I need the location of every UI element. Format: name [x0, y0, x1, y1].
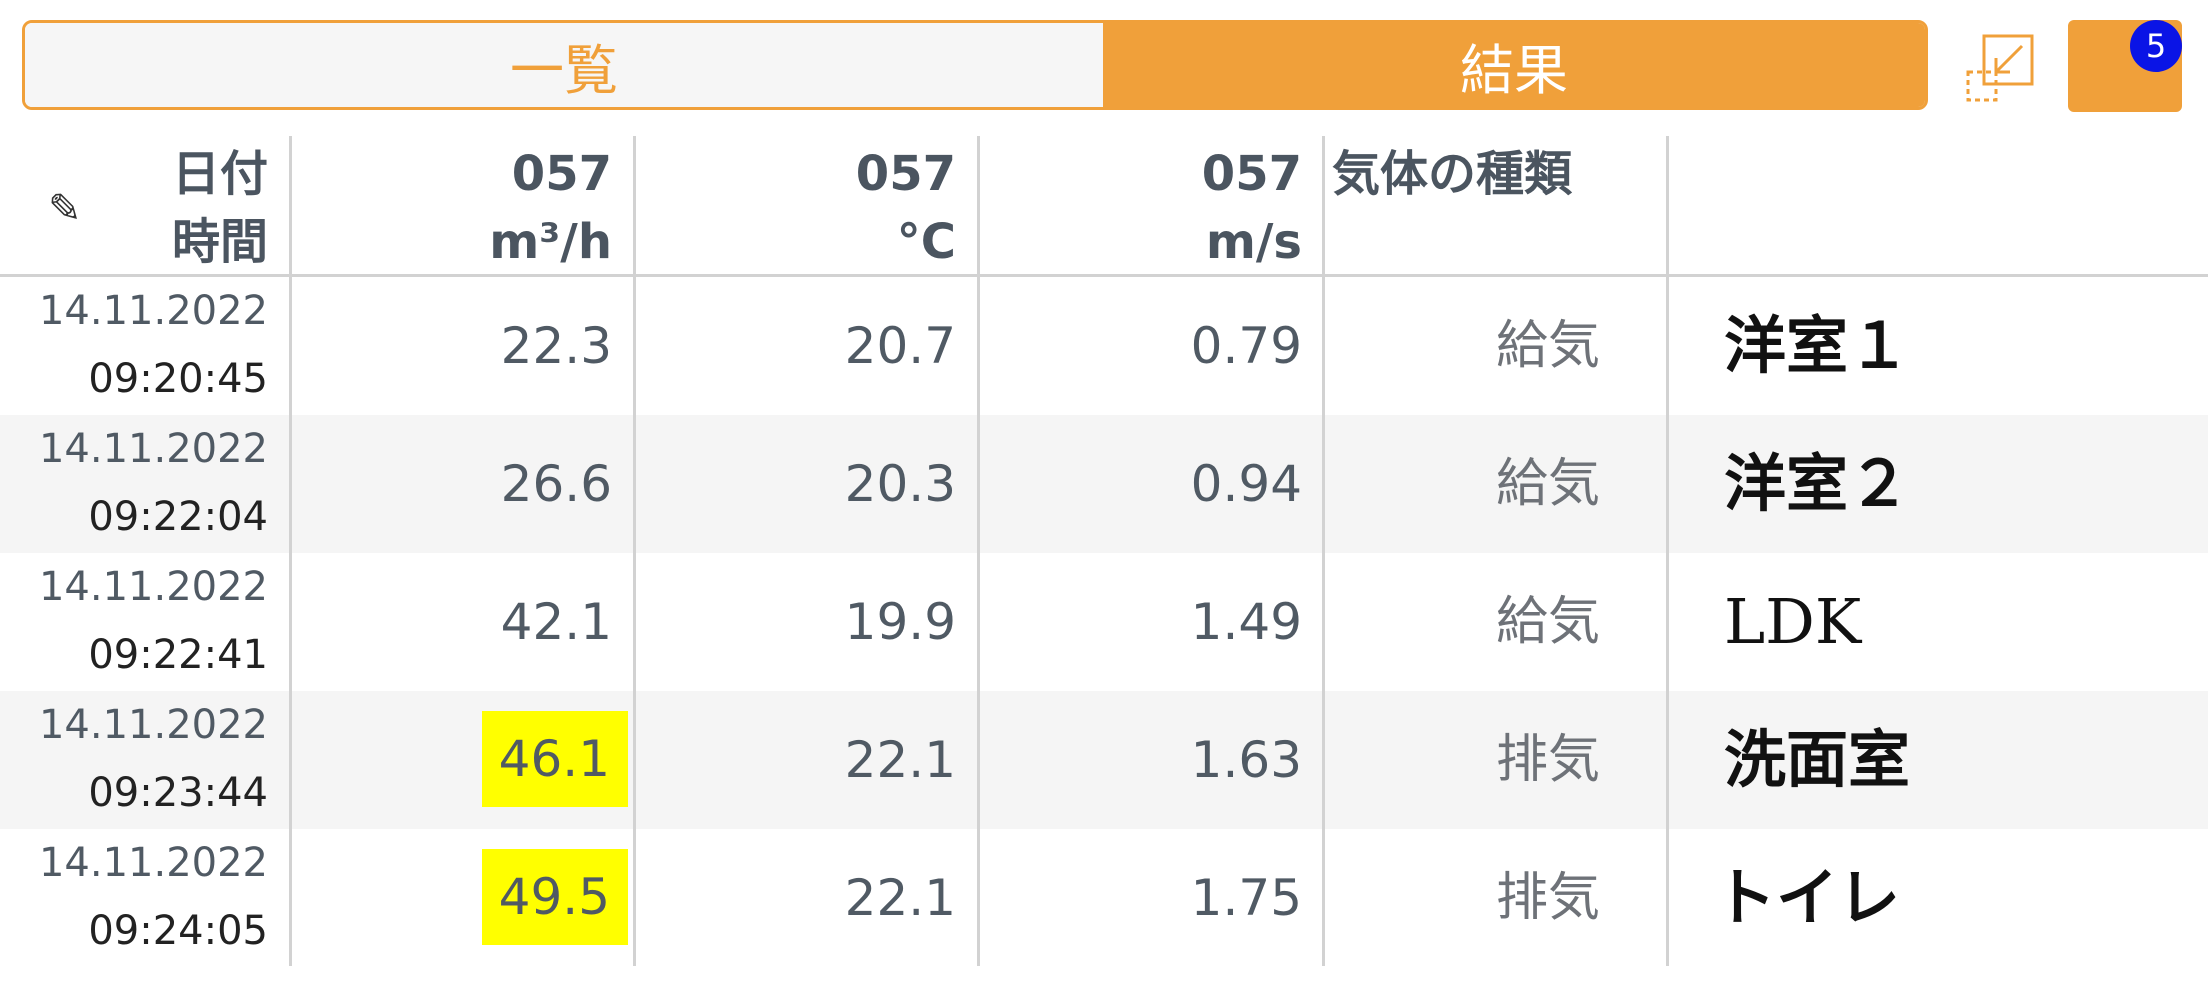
tab-list[interactable]: 一覧 [25, 23, 1103, 107]
row-room: 洋室２ [1724, 447, 1911, 520]
row-speed: 0.94 [1190, 455, 1302, 513]
table-row[interactable]: 14.11.2022 09:23:44 46.1 22.1 1.63 排気 洗面… [0, 691, 2208, 829]
row-date: 14.11.2022 [38, 288, 268, 334]
pencil-icon[interactable]: ✎ [48, 186, 82, 232]
row-temp: 19.9 [844, 593, 956, 651]
row-date: 14.11.2022 [38, 840, 268, 886]
header-speed: 057 m/s [980, 136, 1302, 274]
header-time-label: 時間 [171, 214, 268, 270]
row-flow: 26.6 [500, 455, 612, 513]
row-gas-type: 給気 [1495, 454, 1600, 514]
row-temp: 22.1 [844, 869, 956, 927]
row-time: 09:23:44 [88, 770, 268, 816]
notification-badge: 5 [2130, 20, 2182, 72]
column-divider [1322, 136, 1325, 966]
row-temp: 20.3 [844, 455, 956, 513]
row-gas-type: 排気 [1495, 868, 1600, 928]
row-time: 09:22:41 [88, 632, 268, 678]
header-gas-type: 気体の種類 [1332, 146, 1573, 202]
row-date: 14.11.2022 [38, 564, 268, 610]
view-segmented-control: 一覧 結果 [22, 20, 1928, 110]
table-row[interactable]: 14.11.2022 09:24:05 49.5 22.1 1.75 排気 トイ… [0, 829, 2208, 967]
table-row[interactable]: 14.11.2022 09:20:45 22.3 20.7 0.79 給気 洋室… [0, 277, 2208, 415]
row-temp: 22.1 [844, 731, 956, 789]
collapse-icon [1966, 34, 2034, 102]
row-flow: 22.3 [500, 317, 612, 375]
column-divider [633, 136, 636, 966]
row-datetime: 14.11.2022 09:23:44 [20, 691, 268, 829]
row-flow: 49.5 [498, 868, 610, 926]
row-flow: 42.1 [500, 593, 612, 651]
row-datetime: 14.11.2022 09:24:05 [20, 829, 268, 967]
row-date: 14.11.2022 [38, 702, 268, 748]
flow-highlight: 46.1 [482, 711, 628, 807]
row-datetime: 14.11.2022 09:22:04 [20, 415, 268, 553]
header-speed-id: 057 [1201, 146, 1302, 202]
row-datetime: 14.11.2022 09:22:41 [20, 553, 268, 691]
collapse-button[interactable] [1964, 32, 2036, 104]
header-temp-id: 057 [855, 146, 956, 202]
table-header: ✎ 日付 時間 057 m³/h 057 °C 057 m/s 気体の種類 [0, 136, 2208, 277]
flow-highlight: 49.5 [482, 849, 628, 945]
row-room: 洋室１ [1724, 309, 1911, 382]
row-gas-type: 給気 [1495, 316, 1600, 376]
header-date-label: 日付 [171, 146, 268, 202]
measurement-table: ✎ 日付 時間 057 m³/h 057 °C 057 m/s 気体の種類 14… [0, 136, 2208, 967]
header-temp: 057 °C [636, 136, 956, 274]
table-row[interactable]: 14.11.2022 09:22:41 42.1 19.9 1.49 給気 LD… [0, 553, 2208, 691]
row-room: 洗面室 [1724, 723, 1911, 796]
row-speed: 1.75 [1190, 869, 1302, 927]
column-divider [289, 136, 292, 966]
header-flow-unit: m³/h [489, 214, 612, 270]
row-temp: 20.7 [844, 317, 956, 375]
header-flow-id: 057 [511, 146, 612, 202]
header-flow: 057 m³/h [292, 136, 612, 274]
row-speed: 0.79 [1190, 317, 1302, 375]
header-speed-unit: m/s [1205, 214, 1302, 270]
row-room: LDK [1724, 585, 1862, 658]
tab-result[interactable]: 結果 [1103, 23, 1925, 107]
column-divider [1666, 136, 1669, 966]
row-date: 14.11.2022 [38, 426, 268, 472]
row-time: 09:24:05 [88, 908, 268, 954]
table-row[interactable]: 14.11.2022 09:22:04 26.6 20.3 0.94 給気 洋室… [0, 415, 2208, 553]
row-time: 09:22:04 [88, 494, 268, 540]
row-room: トイレ [1714, 861, 1901, 934]
row-gas-type: 排気 [1495, 730, 1600, 790]
row-flow: 46.1 [498, 730, 610, 788]
row-gas-type: 給気 [1495, 592, 1600, 652]
row-speed: 1.63 [1190, 731, 1302, 789]
row-speed: 1.49 [1190, 593, 1302, 651]
row-time: 09:20:45 [88, 356, 268, 402]
header-date-time: 日付 時間 [120, 136, 268, 274]
row-datetime: 14.11.2022 09:20:45 [20, 277, 268, 415]
column-divider [977, 136, 980, 966]
header-temp-unit: °C [896, 214, 956, 270]
